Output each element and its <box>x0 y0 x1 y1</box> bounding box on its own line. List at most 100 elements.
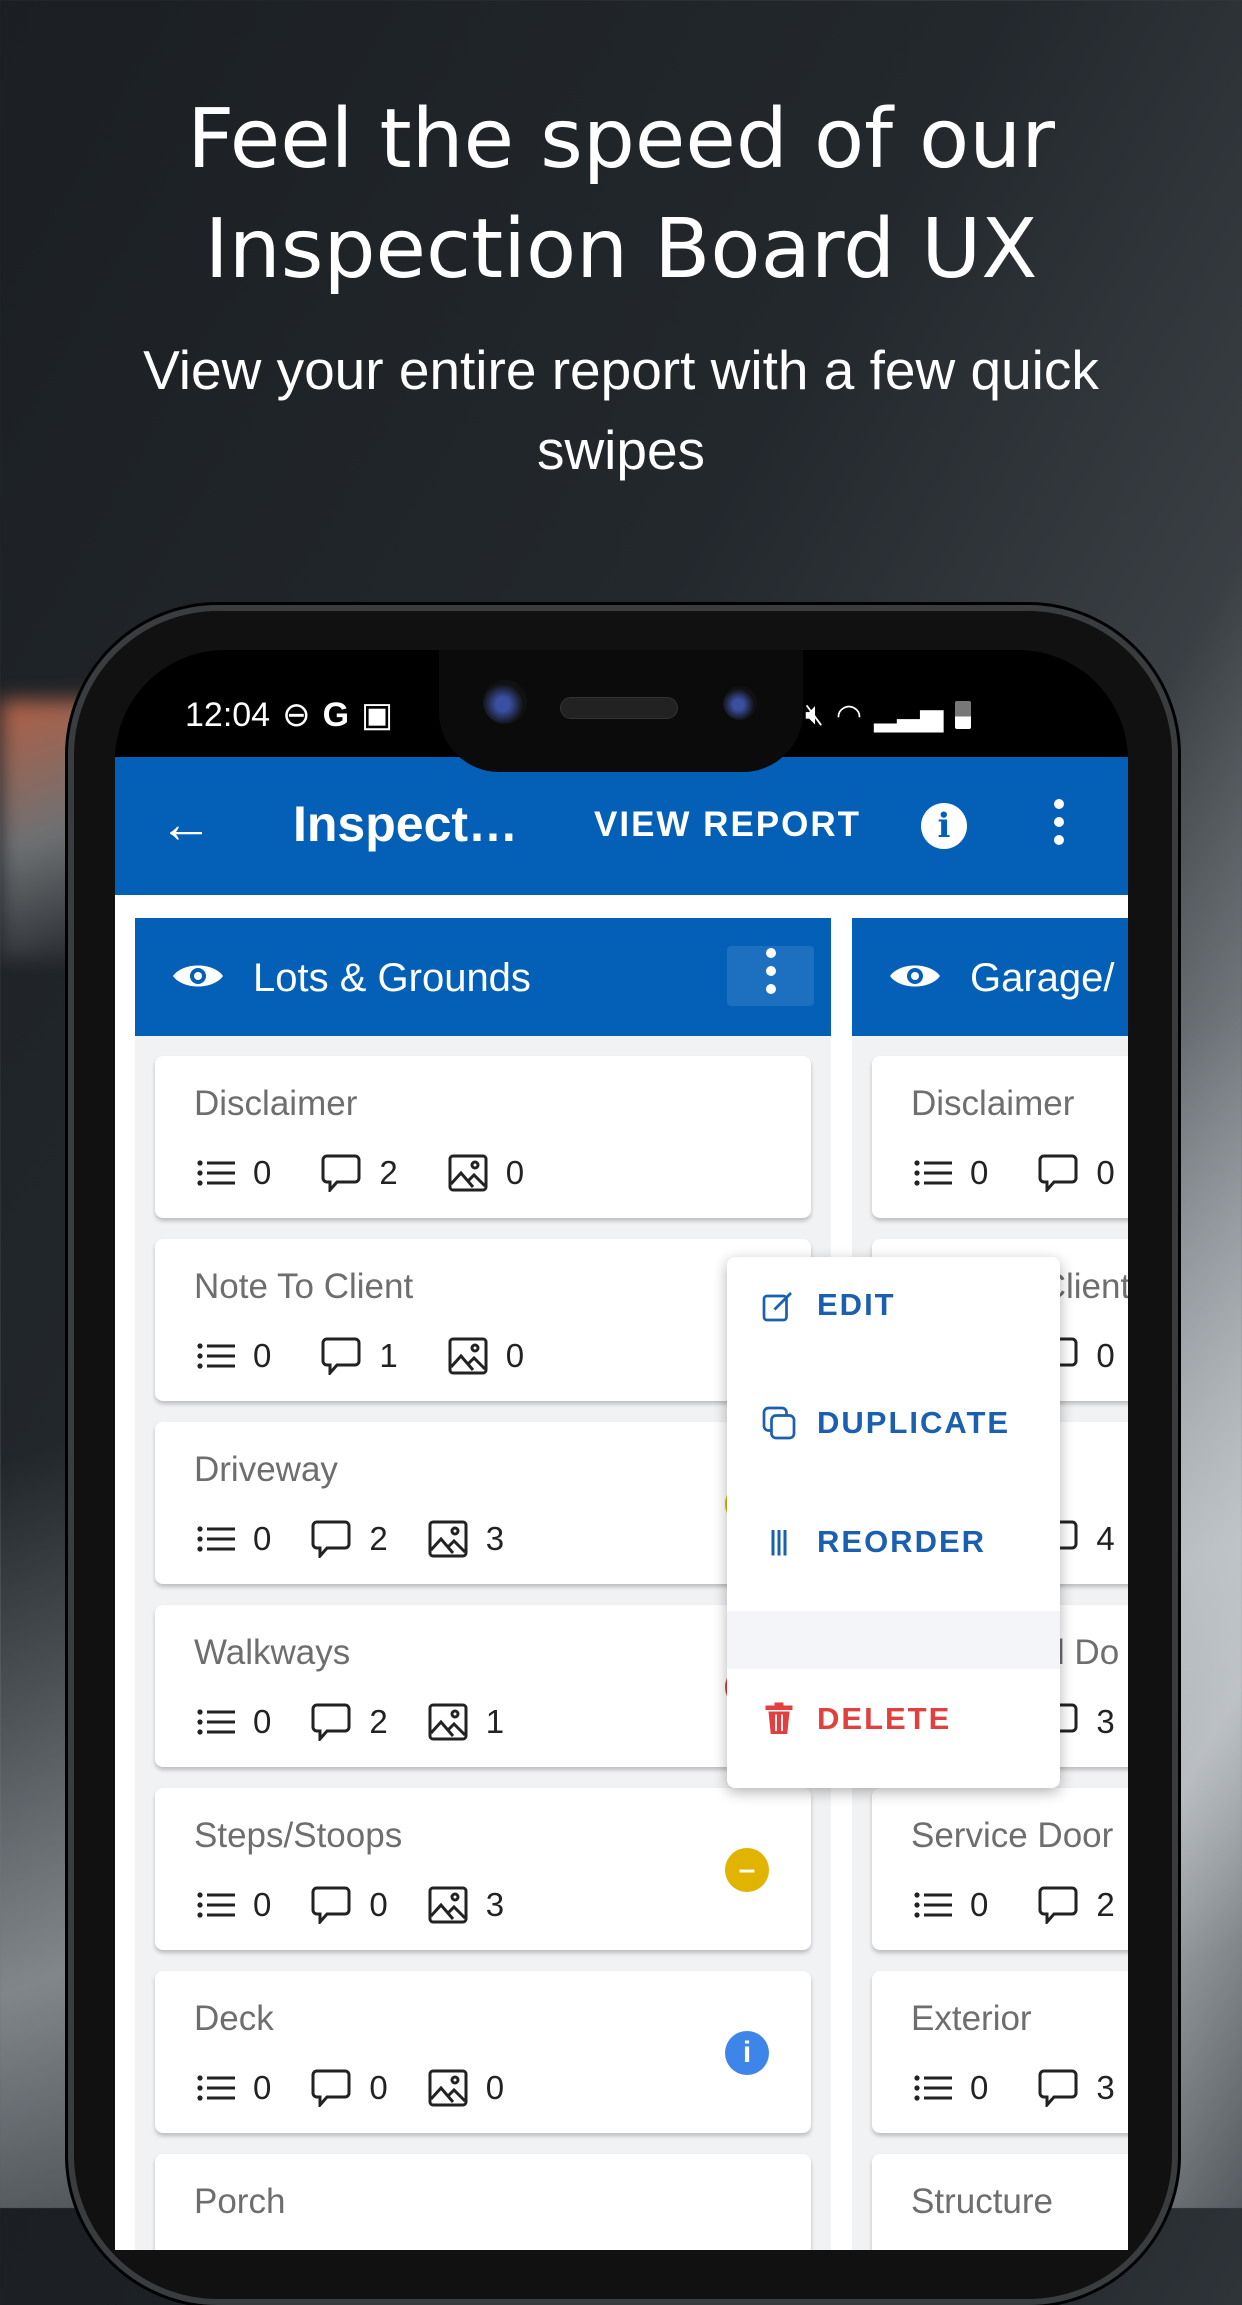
comment-icon <box>321 1337 361 1375</box>
card-title: Deck <box>194 1999 274 2038</box>
info-icon[interactable]: i <box>921 803 967 849</box>
comment-icon <box>1038 1154 1078 1192</box>
list-icon <box>197 2075 235 2101</box>
comments-count: 3 <box>1038 2069 1115 2107</box>
list-icon <box>197 1343 235 1369</box>
card-stats: 03 <box>914 2069 1128 2107</box>
comment-icon <box>311 1703 351 1741</box>
menu-divider <box>727 1611 1060 1669</box>
section-card[interactable]: Porch <box>155 2154 811 2250</box>
count: 0 <box>253 1703 272 1740</box>
more-vert-icon[interactable] <box>1054 799 1064 853</box>
column-header[interactable]: Lots & Grounds <box>135 918 831 1036</box>
count: 0 <box>369 2069 388 2106</box>
section-card[interactable]: Steps/Stoops 0 0 3 – <box>155 1788 811 1950</box>
google-icon: G <box>322 695 350 734</box>
count: 2 <box>379 1154 398 1191</box>
eye-icon[interactable] <box>171 960 225 992</box>
section-card[interactable]: Exterior 0 3 <box>872 1971 1128 2133</box>
comments-count: 2 <box>321 1154 398 1192</box>
items-count: 0 <box>197 1886 271 1924</box>
column-header[interactable]: Garage/ <box>852 918 1128 1036</box>
card-title: Driveway <box>194 1450 338 1489</box>
items-count: 0 <box>197 2069 271 2107</box>
count: 0 <box>253 2069 272 2106</box>
comments-count: 0 <box>311 2069 388 2107</box>
menu-item-duplicate[interactable]: DUPLICATE <box>727 1383 1060 1463</box>
clock: 12:04 <box>185 695 271 734</box>
comments-count: 0 <box>1038 1154 1115 1192</box>
card-title: Steps/Stoops <box>194 1816 403 1855</box>
count: 0 <box>1096 1154 1115 1191</box>
card-stats: 00 <box>914 1154 1128 1192</box>
menu-item-edit[interactable]: EDIT <box>727 1265 1060 1345</box>
count: 1 <box>485 1703 505 1740</box>
menu-item-delete[interactable]: DELETE <box>727 1679 1060 1759</box>
reorder-icon <box>771 1530 787 1556</box>
app-bar: ← Inspect… VIEW REPORT i <box>115 757 1128 895</box>
menu-label: REORDER <box>817 1524 987 1559</box>
list-icon <box>914 1892 952 1918</box>
count: 0 <box>253 1337 272 1374</box>
eye-icon[interactable] <box>888 960 942 992</box>
count: 0 <box>485 2069 505 2106</box>
mute-icon: 🔇︎ <box>805 698 824 731</box>
count: 0 <box>253 1886 272 1923</box>
comments-count: 0 <box>311 1886 388 1924</box>
items-count: 0 <box>914 2069 988 2107</box>
count: 2 <box>1096 1886 1115 1923</box>
photos-count: 0 <box>448 1337 524 1375</box>
photos-count: 3 <box>428 1520 504 1558</box>
comment-icon <box>1038 1886 1078 1924</box>
dnd-icon: ⊖ <box>282 696 311 734</box>
menu-label: EDIT <box>817 1287 896 1322</box>
count: 3 <box>485 1886 505 1923</box>
section-card[interactable]: Structure <box>872 2154 1128 2250</box>
menu-item-reorder[interactable]: REORDER <box>727 1502 1060 1582</box>
items-count: 0 <box>197 1154 271 1192</box>
items-count: 0 <box>914 1886 988 1924</box>
photo-icon <box>448 1337 488 1375</box>
camera-notch <box>439 650 803 772</box>
inspection-board: Garage/Disclaimer00Note To Client0004Ove… <box>115 895 1128 2250</box>
list-icon <box>197 1892 235 1918</box>
column-more-button[interactable] <box>727 946 814 1006</box>
count: 3 <box>1096 2069 1115 2106</box>
image-icon: ▣ <box>361 696 394 734</box>
camera-icon <box>723 686 757 720</box>
comments-count: 2 <box>311 1703 388 1741</box>
title-line: Inspection Board UX <box>204 202 1038 297</box>
card-title: Service Door <box>911 1816 1114 1855</box>
card-title: Walkways <box>194 1633 351 1672</box>
photo-icon <box>448 1154 488 1192</box>
signal-icon: ▂▃▅ <box>874 698 944 732</box>
section-card[interactable]: Note To Client 0 1 0 <box>155 1239 811 1401</box>
items-count: 0 <box>197 1337 271 1375</box>
section-card[interactable]: Disclaimer 0 2 0 <box>155 1056 811 1218</box>
section-card[interactable]: Driveway023– <box>155 1422 811 1584</box>
section-card[interactable]: Service Door 0 2 <box>872 1788 1128 1950</box>
section-card[interactable]: Deck 0 0 0 i <box>155 1971 811 2133</box>
card-title: Structure <box>911 2182 1053 2221</box>
photos-count: 0 <box>428 2069 504 2107</box>
photos-count: 1 <box>428 1703 504 1741</box>
back-arrow-icon[interactable]: ← <box>159 797 213 851</box>
card-stats: 0 2 3 <box>197 1520 554 1558</box>
page-title: Inspect… <box>293 796 519 852</box>
list-icon <box>914 1160 952 1186</box>
view-report-button[interactable]: VIEW REPORT <box>594 805 861 845</box>
count: 0 <box>970 2069 989 2106</box>
duplicate-icon <box>762 1406 796 1440</box>
subtitle-line: swipes <box>536 419 706 481</box>
column-menu: EDIT DUPLICATE REORDER DELETE <box>727 1257 1060 1788</box>
more-vert-icon <box>766 948 776 1002</box>
photos-count: 0 <box>448 1154 524 1192</box>
card-title: Porch <box>194 2182 286 2221</box>
camera-icon <box>483 680 527 724</box>
section-card[interactable]: Walkways021! <box>155 1605 811 1767</box>
section-card[interactable]: Disclaimer 0 0 <box>872 1056 1128 1218</box>
card-title: Disclaimer <box>194 1084 358 1123</box>
card-title: Note To Client <box>194 1267 414 1306</box>
photos-count: 3 <box>428 1886 504 1924</box>
photo-icon <box>428 2069 468 2107</box>
